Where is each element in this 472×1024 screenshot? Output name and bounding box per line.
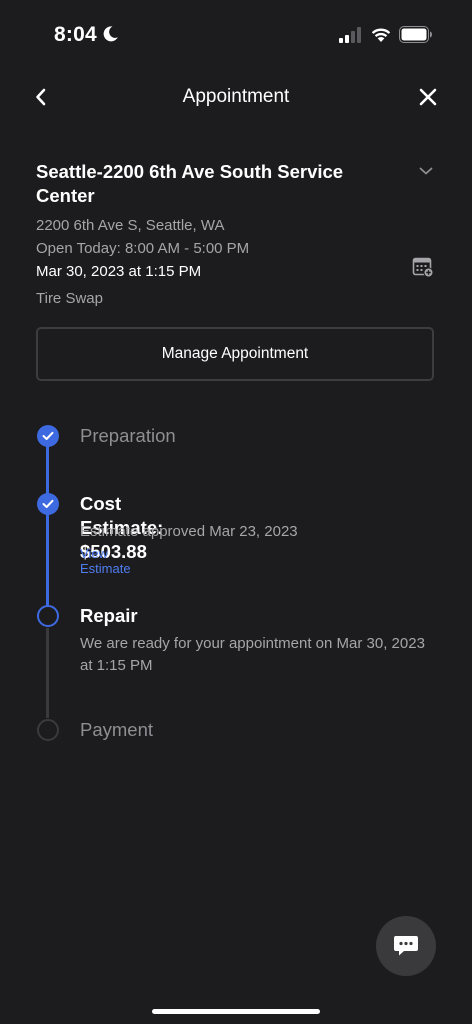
chat-button[interactable] <box>376 916 436 976</box>
step-current-icon <box>37 605 59 627</box>
step-description-repair: We are ready for your appointment on Mar… <box>80 635 425 674</box>
checkmark-icon <box>42 499 54 508</box>
timeline-connector <box>46 628 49 718</box>
manage-appointment-button[interactable]: Manage Appointment <box>36 327 434 381</box>
appointment-service-type: Tire Swap <box>36 290 103 307</box>
add-to-calendar-icon[interactable] <box>412 256 434 283</box>
step-complete-icon <box>37 425 59 447</box>
wifi-icon <box>370 26 392 48</box>
timeline-connector <box>46 446 49 496</box>
service-center-address: 2200 6th Ave S, Seattle, WA <box>36 217 225 234</box>
navigation-bar: Appointment <box>0 76 472 116</box>
timeline-connector <box>46 514 49 606</box>
close-button[interactable] <box>412 82 444 112</box>
step-pending-icon <box>37 719 59 741</box>
view-estimate-link[interactable]: View Estimate <box>80 546 131 576</box>
service-center-card: Seattle-2200 6th Ave South Service Cente… <box>36 160 436 310</box>
close-icon <box>419 88 437 106</box>
service-center-hours: Open Today: 8:00 AM - 5:00 PM <box>36 240 250 257</box>
moon-icon <box>101 25 119 48</box>
page-title: Appointment <box>182 86 290 107</box>
service-center-name: Seattle-2200 6th Ave South Service Cente… <box>36 161 344 206</box>
chevron-down-icon[interactable] <box>418 164 434 182</box>
home-indicator[interactable] <box>152 1009 320 1014</box>
chat-bubble-icon <box>394 936 418 956</box>
checkmark-icon <box>42 431 54 440</box>
cellular-signal-icon <box>339 27 363 48</box>
status-bar: 8:04 <box>0 0 472 70</box>
battery-icon <box>399 26 433 48</box>
status-time: 8:04 <box>54 23 97 46</box>
step-title-preparation: Preparation <box>80 425 176 446</box>
step-description-cost-estimate: Estimate approved Mar 23, 2023 <box>80 523 298 540</box>
step-title-payment: Payment <box>80 719 154 740</box>
appointment-datetime: Mar 30, 2023 at 1:15 PM <box>36 263 202 280</box>
step-complete-icon <box>37 493 59 515</box>
step-title-repair: Repair <box>80 605 138 626</box>
